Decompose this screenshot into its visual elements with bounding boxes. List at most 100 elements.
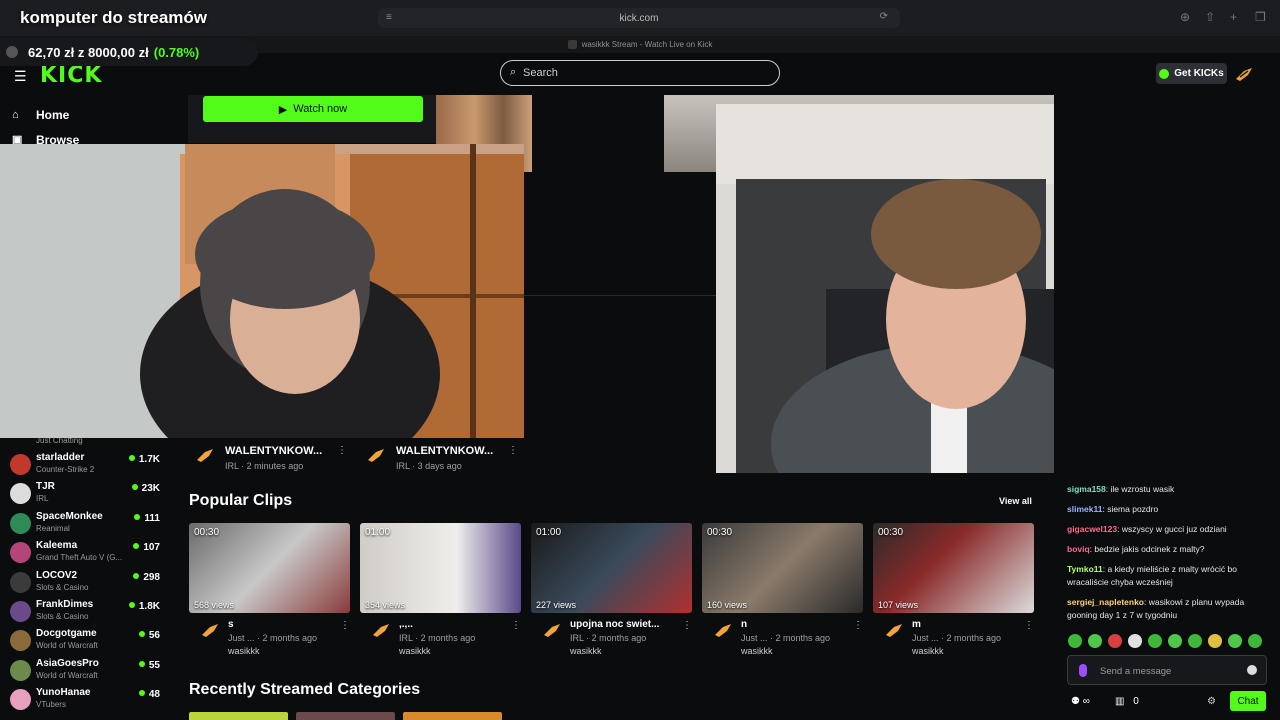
sidebar-channel-item[interactable]: TJR IRL 23K bbox=[10, 479, 160, 507]
more-options-icon[interactable]: ⋮ bbox=[511, 620, 521, 631]
clip-channel[interactable]: wasikkk bbox=[228, 646, 260, 656]
channel-avatar[interactable] bbox=[10, 454, 31, 475]
channel-avatar[interactable] bbox=[10, 483, 31, 504]
clip-meta[interactable]: s Just ... · 2 months ago wasikkk ⋮ bbox=[194, 618, 350, 660]
share-icon[interactable]: ⇧ bbox=[1205, 10, 1215, 24]
chat-username[interactable]: sergiej_napletenko bbox=[1067, 597, 1144, 607]
channel-avatar[interactable] bbox=[10, 689, 31, 710]
emote-icon[interactable] bbox=[1168, 634, 1182, 648]
clip-thumbnail[interactable]: 00:30 568 views bbox=[189, 523, 350, 613]
menu-icon[interactable]: ☰ bbox=[14, 68, 27, 85]
sidebar-channel-item[interactable]: YunoHanae VTubers 48 bbox=[10, 685, 160, 713]
emote-icon[interactable] bbox=[1068, 634, 1082, 648]
sidebar-item-home[interactable]: ⌂ Home bbox=[12, 108, 69, 122]
channel-avatar[interactable] bbox=[712, 621, 734, 639]
sidebar-item-browse[interactable]: ▣ Browse bbox=[12, 135, 79, 144]
more-options-icon[interactable]: ⋮ bbox=[340, 620, 350, 631]
channel-avatar[interactable] bbox=[10, 660, 31, 681]
sidebar-channel-item[interactable]: AsiaGoesPro World of Warcraft 55 bbox=[10, 656, 160, 684]
search-input[interactable] bbox=[523, 65, 763, 81]
more-options-icon[interactable]: ⋮ bbox=[508, 445, 518, 456]
chat-input-box[interactable] bbox=[1067, 655, 1267, 685]
get-kicks-button[interactable]: Get KICKs bbox=[1156, 63, 1227, 84]
video-title[interactable]: WALENTYNKOW... bbox=[225, 445, 322, 457]
emote-icon[interactable] bbox=[1208, 634, 1222, 648]
emote-icon[interactable] bbox=[1108, 634, 1122, 648]
kick-logo[interactable]: KICK bbox=[40, 63, 102, 88]
address-bar[interactable]: ≡ kick.com ⟳ bbox=[378, 8, 900, 28]
chat-settings-icon[interactable]: ⚙ bbox=[1207, 696, 1216, 707]
clip-meta[interactable]: n Just ... · 2 months ago wasikkk ⋮ bbox=[707, 618, 863, 660]
chat-message-input[interactable] bbox=[1100, 663, 1240, 679]
clip-channel[interactable]: wasikkk bbox=[741, 646, 773, 656]
chat-username[interactable]: sigma158 bbox=[1067, 484, 1106, 494]
channel-avatar[interactable] bbox=[541, 621, 563, 639]
send-chat-button[interactable]: Chat bbox=[1230, 691, 1266, 711]
chat-username[interactable]: slimek11 bbox=[1067, 504, 1102, 514]
clip-title[interactable]: s bbox=[228, 619, 234, 630]
channel-avatar[interactable] bbox=[199, 621, 221, 639]
video-card[interactable]: WALENTYNKOW... IRL · 3 days ago ⋮ bbox=[366, 442, 518, 472]
reload-icon[interactable]: ⟳ bbox=[880, 11, 892, 22]
clip-thumbnail[interactable]: 01:00 354 views bbox=[360, 523, 521, 613]
chat-username[interactable]: boviq bbox=[1067, 544, 1090, 554]
more-options-icon[interactable]: ⋮ bbox=[337, 445, 347, 456]
clip-thumbnail[interactable]: 00:30 107 views bbox=[873, 523, 1034, 613]
microphone-icon[interactable] bbox=[1079, 664, 1087, 677]
tabs-overview-icon[interactable]: ❐ bbox=[1255, 10, 1266, 24]
video-title[interactable]: WALENTYNKOW... bbox=[396, 445, 493, 457]
sidebar-channel-item[interactable]: starladder Counter-Strike 2 1.7K bbox=[10, 450, 160, 478]
clip-channel[interactable]: wasikkk bbox=[570, 646, 602, 656]
channel-avatar[interactable] bbox=[10, 572, 31, 593]
channel-avatar[interactable] bbox=[370, 621, 392, 639]
emote-icon[interactable] bbox=[1088, 634, 1102, 648]
gift-counter[interactable]: ▥ 0 bbox=[1115, 696, 1139, 707]
emote-icon[interactable] bbox=[1248, 634, 1262, 648]
clip-title[interactable]: upojna noc swiet... bbox=[570, 619, 659, 630]
channel-avatar[interactable] bbox=[10, 630, 31, 651]
clip-meta[interactable]: upojna noc swiet... IRL · 2 months ago was… bbox=[536, 618, 692, 660]
channel-avatar[interactable] bbox=[195, 446, 215, 464]
new-tab-icon[interactable]: + bbox=[1230, 10, 1237, 24]
chat-username[interactable]: gigacwel123 bbox=[1067, 524, 1117, 534]
download-icon[interactable]: ⊕ bbox=[1180, 10, 1190, 24]
clip-meta[interactable]: ,.,.. IRL · 2 months ago wasikkk ⋮ bbox=[365, 618, 521, 660]
clip-title[interactable]: n bbox=[741, 619, 747, 630]
tab-title[interactable]: wasikkk Stream - Watch Live on Kick bbox=[582, 40, 713, 49]
emote-icon[interactable] bbox=[1228, 634, 1242, 648]
clip-thumbnail[interactable]: 00:30 160 views bbox=[702, 523, 863, 613]
channel-points[interactable]: ⚉ ∞ bbox=[1071, 696, 1090, 707]
sidebar-channel-item[interactable]: Docgotgame World of Warcraft 56 bbox=[10, 626, 160, 654]
more-options-icon[interactable]: ⋮ bbox=[1024, 620, 1034, 631]
clip-meta[interactable]: m Just ... · 2 months ago wasikkk ⋮ bbox=[878, 618, 1034, 660]
clip-channel[interactable]: wasikkk bbox=[912, 646, 944, 656]
search-bar[interactable]: ⌕ bbox=[500, 60, 780, 86]
clip-channel[interactable]: wasikkk bbox=[399, 646, 431, 656]
category-card[interactable] bbox=[189, 712, 288, 720]
more-options-icon[interactable]: ⋮ bbox=[853, 620, 863, 631]
user-avatar[interactable] bbox=[1234, 65, 1254, 83]
channel-avatar[interactable] bbox=[10, 513, 31, 534]
clip-title[interactable]: m bbox=[912, 619, 921, 630]
emoji-picker-icon[interactable] bbox=[1247, 665, 1257, 675]
sidebar-channel-item[interactable]: LOCOV2 Slots & Casino 298 bbox=[10, 568, 160, 596]
sidebar-channel-item[interactable]: Kaleema Grand Theft Auto V (G... 107 bbox=[10, 538, 160, 566]
emote-icon[interactable] bbox=[1148, 634, 1162, 648]
more-options-icon[interactable]: ⋮ bbox=[682, 620, 692, 631]
emote-icon[interactable] bbox=[1128, 634, 1142, 648]
video-card[interactable]: WALENTYNKOW... IRL · 2 minutes ago ⋮ bbox=[195, 442, 347, 472]
channel-avatar[interactable] bbox=[883, 621, 905, 639]
page-settings-icon[interactable]: ≡ bbox=[386, 12, 392, 23]
emote-icon[interactable] bbox=[1188, 634, 1202, 648]
chat-username[interactable]: Tymko11 bbox=[1067, 564, 1103, 574]
clip-thumbnail[interactable]: 01:00 227 views bbox=[531, 523, 692, 613]
sidebar-channel-item[interactable]: SpaceMonkee Reanimal 111 bbox=[10, 509, 160, 537]
channel-avatar[interactable] bbox=[10, 601, 31, 622]
watch-now-button[interactable]: ▶ Watch now bbox=[203, 96, 423, 122]
channel-avatar[interactable] bbox=[10, 542, 31, 563]
view-all-link[interactable]: View all bbox=[999, 496, 1032, 506]
channel-avatar[interactable] bbox=[366, 446, 386, 464]
category-card[interactable] bbox=[403, 712, 502, 720]
sidebar-channel-item[interactable]: FrankDimes Slots & Casino 1.8K bbox=[10, 597, 160, 625]
clip-title[interactable]: ,.,.. bbox=[399, 619, 413, 630]
